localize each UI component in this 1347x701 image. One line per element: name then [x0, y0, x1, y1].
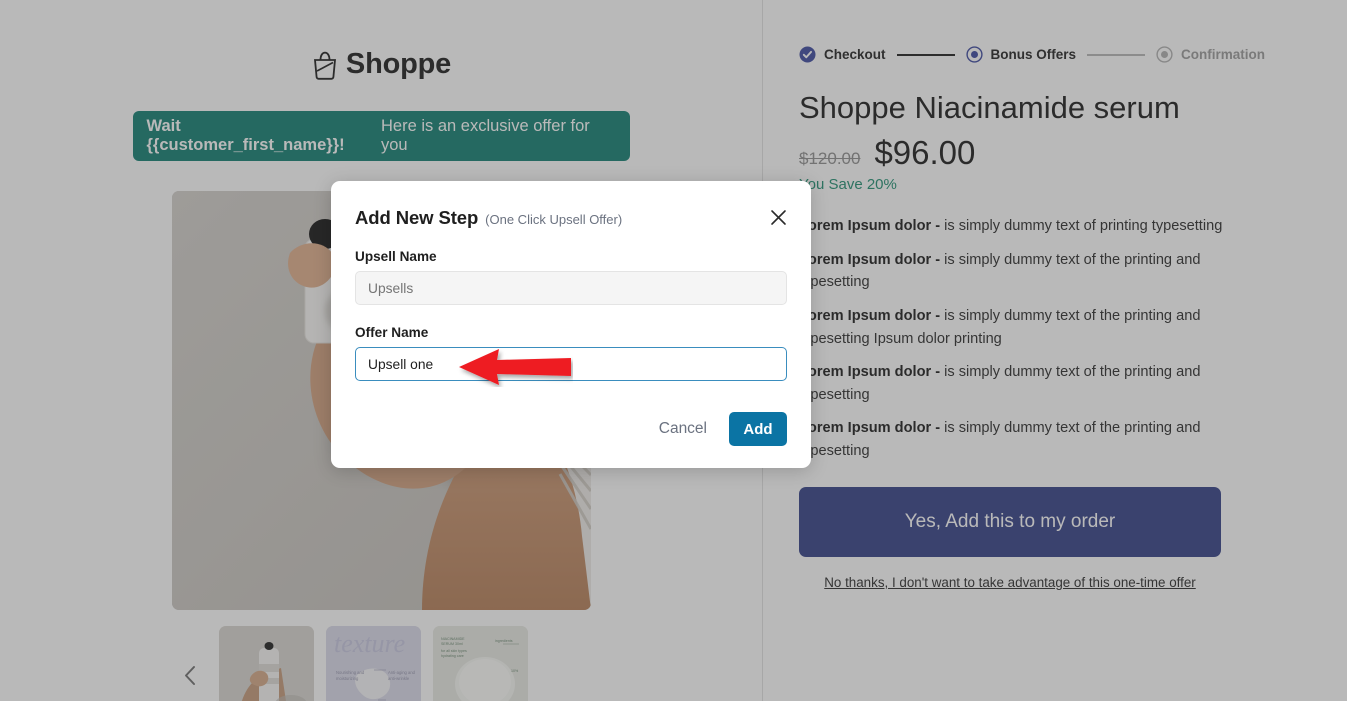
add-button[interactable]: Add	[729, 412, 787, 446]
modal-title: Add New Step	[355, 207, 479, 228]
offer-name-label: Offer Name	[355, 325, 429, 340]
close-icon[interactable]	[767, 206, 789, 228]
add-new-step-modal: Add New Step (One Click Upsell Offer) Up…	[331, 181, 811, 468]
offer-name-input[interactable]	[355, 347, 787, 381]
modal-header: Add New Step (One Click Upsell Offer)	[355, 207, 787, 229]
upsell-name-label: Upsell Name	[355, 249, 437, 264]
cancel-button[interactable]: Cancel	[655, 414, 711, 444]
modal-subtitle: (One Click Upsell Offer)	[485, 212, 623, 227]
upsell-name-input[interactable]	[355, 271, 787, 305]
modal-actions: Cancel Add	[655, 412, 787, 446]
